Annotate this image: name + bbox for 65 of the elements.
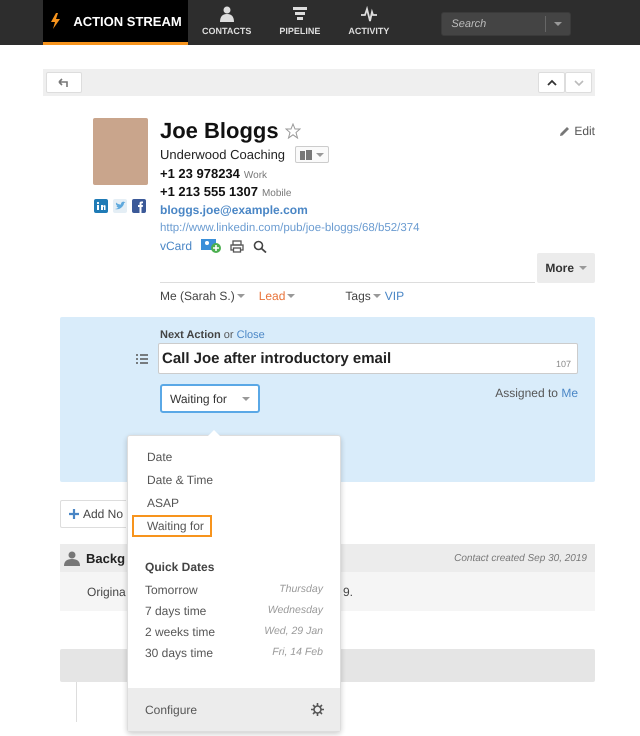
- quick-date-option[interactable]: 2 weeks time Wed, 29 Jan: [128, 622, 340, 643]
- quick-dates-heading: Quick Dates: [145, 560, 216, 574]
- phone-type: Mobile: [262, 188, 292, 199]
- pulse-icon: [360, 6, 377, 22]
- person-icon: [218, 6, 235, 22]
- search-input[interactable]: Search: [442, 13, 546, 35]
- date-type-select[interactable]: Waiting for: [160, 384, 260, 413]
- quick-date-option[interactable]: Tomorrow Thursday: [128, 580, 340, 601]
- email-link[interactable]: bloggs.joe@example.com: [160, 203, 595, 217]
- company-name: Underwood Coaching: [160, 147, 286, 162]
- phone-type: Work: [244, 170, 268, 181]
- phone-number: +1 213 555 1307: [160, 184, 258, 199]
- tags-dropdown[interactable]: Tags: [345, 289, 381, 303]
- previous-button[interactable]: [538, 72, 565, 93]
- funnel-icon: [292, 6, 308, 22]
- chevron-up-icon: [546, 78, 558, 88]
- menu-option[interactable]: Date: [132, 446, 180, 468]
- assigned-text: Assigned to Me: [495, 386, 578, 400]
- search-icon[interactable]: [253, 240, 268, 252]
- facebook-icon[interactable]: [132, 199, 146, 213]
- back-button[interactable]: [46, 72, 82, 93]
- caret-icon: [554, 22, 562, 26]
- menu-option[interactable]: Date & Time: [132, 469, 222, 491]
- bird-icon[interactable]: [113, 199, 127, 213]
- configure-button[interactable]: Configure: [128, 688, 340, 731]
- character-count: 107: [556, 359, 571, 369]
- nav-tab[interactable]: CONTACTS: [188, 0, 266, 45]
- background-text: 9.: [343, 584, 354, 598]
- nav-tab[interactable]: ACTIVITY: [334, 0, 404, 45]
- edit-button[interactable]: Edit: [559, 124, 595, 138]
- quick-date-option[interactable]: 7 days time Wednesday: [128, 601, 340, 622]
- search-field[interactable]: Search: [441, 12, 572, 36]
- pencil-icon: [559, 126, 570, 136]
- tag-link[interactable]: VIP: [384, 289, 404, 303]
- quick-date-option[interactable]: 30 days time Fri, 14 Feb: [128, 643, 340, 664]
- contact-name: Joe Bloggs: [160, 118, 279, 144]
- menu-option[interactable]: ASAP: [132, 492, 188, 514]
- owner-dropdown[interactable]: Me (Sarah S.): [160, 289, 245, 303]
- or-text: or: [224, 329, 234, 341]
- nav-tab[interactable]: PIPELINE: [265, 0, 334, 45]
- more-button[interactable]: More: [537, 253, 595, 283]
- star-icon[interactable]: [284, 123, 301, 139]
- photo-placeholder: [92, 118, 148, 185]
- created-date: Contact created Sep 30, 2019: [454, 552, 587, 564]
- add-note-button[interactable]: Add No: [60, 500, 126, 528]
- linkedin-icon[interactable]: [94, 199, 108, 213]
- background-text: Origina: [87, 584, 126, 598]
- chevron-down-icon: [572, 78, 584, 88]
- menu-option[interactable]: Waiting for: [132, 515, 212, 537]
- action-field[interactable]: Call Joe after introductory email 107: [158, 343, 578, 374]
- company-button[interactable]: [295, 146, 330, 163]
- print-icon[interactable]: [230, 240, 244, 252]
- back-arrow-icon: [58, 78, 70, 88]
- vcard-link[interactable]: vCard: [160, 239, 192, 253]
- next-action-label: Next Action: [160, 329, 221, 341]
- background-title: Backg: [86, 550, 126, 566]
- nav-tab[interactable]: ACTION STREAM: [43, 0, 188, 45]
- phone-number: +1 23 978234: [160, 166, 240, 181]
- action-input[interactable]: Call Joe after introductory email: [162, 346, 556, 372]
- person-icon: [64, 550, 80, 566]
- plus-icon: [69, 509, 79, 519]
- list-icon: [136, 354, 148, 364]
- settings-icon: [311, 703, 324, 716]
- add-contact-icon[interactable]: [201, 239, 222, 253]
- building-icon: [300, 150, 312, 160]
